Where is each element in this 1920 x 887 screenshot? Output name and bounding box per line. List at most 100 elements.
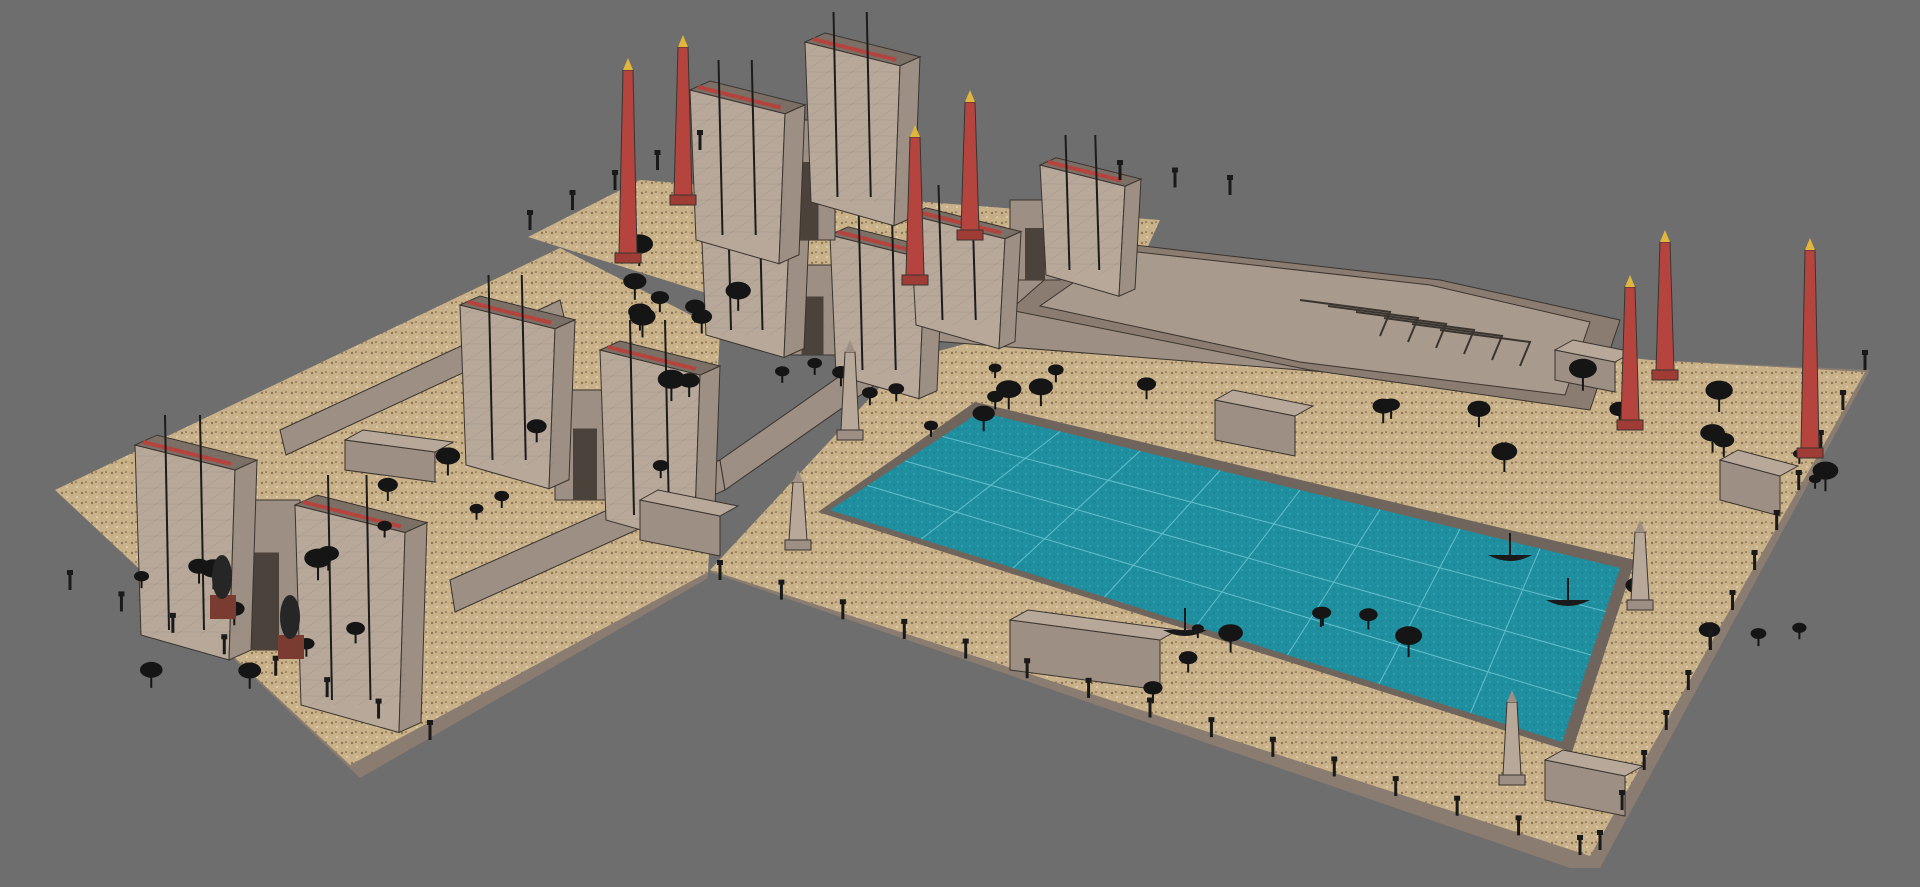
palm-crown (1700, 424, 1725, 442)
palm-crown (923, 420, 939, 431)
lamp-head (272, 655, 279, 661)
obelisk (1651, 230, 1679, 381)
statue-figure (280, 595, 300, 639)
obelisk-tip (623, 58, 633, 70)
palm-tree (807, 357, 823, 375)
palm-crown (1143, 681, 1163, 695)
obelisk-shaft (1655, 241, 1675, 371)
lamp-head (654, 150, 661, 155)
palm-crown (1568, 358, 1597, 379)
palm-crown (628, 303, 652, 320)
lamp-head (1577, 835, 1583, 840)
obelisk-base (901, 274, 929, 286)
lamp-head (375, 698, 382, 704)
lamp-head (1641, 750, 1648, 755)
palm-crown (888, 383, 905, 395)
palm-crown (346, 621, 365, 635)
lamp-head (1269, 736, 1276, 742)
palm-crown (972, 405, 995, 422)
lamp-post (1862, 350, 1868, 370)
gate-doorway (573, 428, 597, 500)
obelisk-tip (965, 90, 975, 102)
palm-crown (1808, 474, 1822, 484)
lamp-head (1729, 590, 1736, 595)
lamp-head (67, 570, 73, 575)
lamp-head (1227, 175, 1233, 180)
lamp-head (427, 720, 433, 725)
palm-crown (435, 447, 461, 465)
lamp-head (118, 591, 125, 597)
lamp-head (1454, 795, 1461, 801)
palm-tree (775, 366, 790, 383)
palm-crown (1218, 624, 1243, 642)
lamp-head (1795, 470, 1802, 475)
palm-crown (685, 299, 706, 314)
lamp-head (569, 190, 576, 195)
palm-crown (652, 460, 669, 472)
pylon-wire (460, 305, 555, 465)
gate-doorway (251, 552, 279, 650)
lamp-post (527, 210, 533, 230)
pylon-tower (803, 11, 922, 227)
pylon-wire (1040, 165, 1125, 275)
lamp-head (612, 170, 618, 175)
palm-crown (725, 281, 751, 300)
palm-crown (807, 357, 823, 369)
lamp-post (1227, 175, 1233, 195)
palm-crown (1178, 651, 1198, 665)
palm-crown (623, 273, 647, 290)
lamp-post (67, 570, 73, 590)
palm-tree (1808, 474, 1822, 489)
obelisk-shaft (673, 46, 693, 196)
palm-tree (1792, 622, 1807, 640)
pylon-tower (1038, 134, 1143, 298)
palm-crown (1491, 442, 1518, 461)
lamp-head (1024, 658, 1031, 664)
pylon-wire (295, 505, 405, 705)
palm-crown (526, 419, 547, 434)
palm-crown (1048, 364, 1064, 376)
lamp-head (778, 579, 785, 585)
obelisk-base (784, 539, 812, 551)
lamp-head (1085, 677, 1092, 683)
obelisk-base (1616, 419, 1644, 431)
obelisk (956, 90, 984, 241)
lamp-head (1751, 550, 1758, 555)
lamp-head (1839, 390, 1846, 395)
pylon-wire (690, 90, 785, 240)
lamp-head (697, 130, 703, 135)
statue-figure (212, 555, 232, 599)
palm-crown (139, 661, 163, 678)
obelisk-shaft (960, 101, 980, 231)
palm-crown (1395, 626, 1423, 646)
lamp-post (612, 170, 618, 190)
palm-tree (1750, 628, 1767, 647)
palm-crown (775, 366, 790, 377)
lamp-head (1773, 510, 1780, 515)
palm-crown (1750, 628, 1767, 640)
palm-crown (1372, 398, 1394, 414)
lamp-head (901, 618, 908, 624)
obelisk-base (669, 194, 697, 206)
palm-crown (1359, 608, 1378, 622)
lamp-head (717, 560, 723, 565)
lamp-head (324, 677, 331, 683)
obelisk-base (614, 252, 642, 264)
palm-crown (1028, 378, 1053, 396)
obelisk-tip (1660, 230, 1670, 242)
scene-viewport (0, 0, 1920, 887)
obelisk-shaft (1800, 249, 1820, 449)
lamp-head (1117, 160, 1123, 165)
obelisk-tip (678, 35, 688, 47)
obelisk-base (1651, 369, 1679, 381)
palm-crown (650, 291, 670, 304)
lamp-head (1685, 670, 1692, 675)
palm-crown (1312, 606, 1330, 620)
lamp-head (1208, 717, 1215, 723)
palm-crown (377, 477, 398, 492)
pylon-wire (805, 42, 900, 202)
palm-crown (377, 520, 392, 531)
obelisk-shaft (1620, 286, 1640, 421)
lamp-head (1515, 815, 1522, 821)
lamp-post (1172, 167, 1178, 188)
